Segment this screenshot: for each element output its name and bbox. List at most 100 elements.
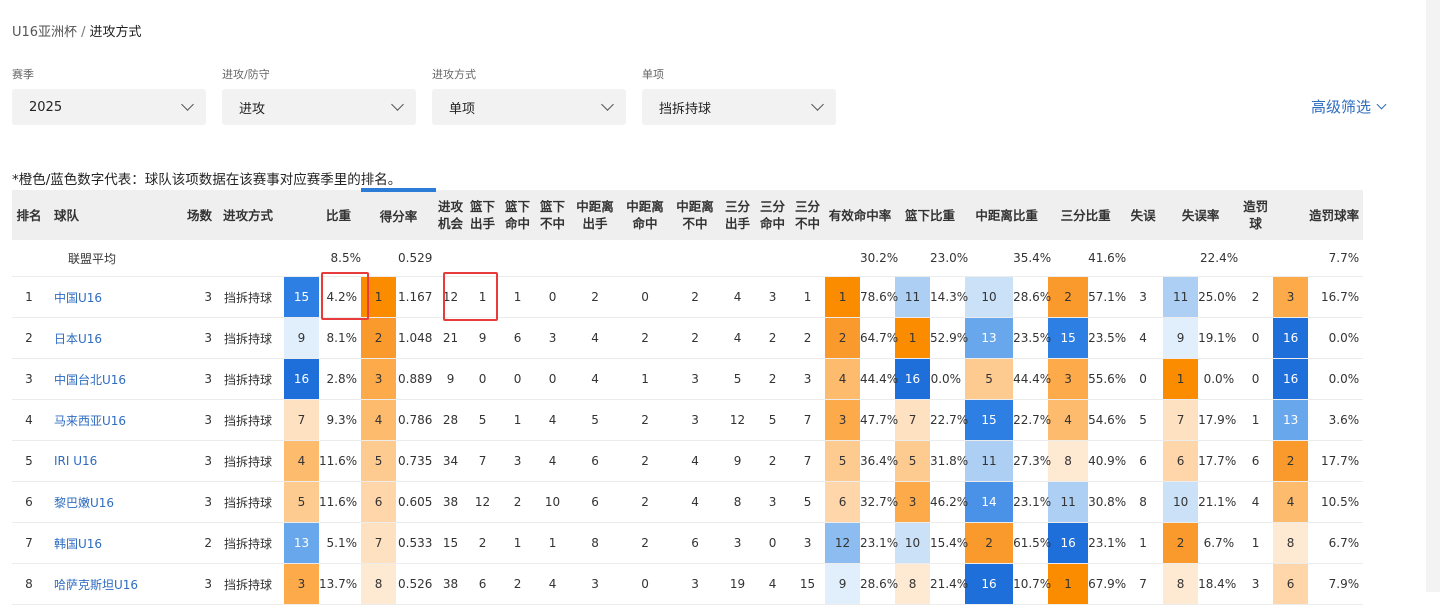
three-made-cell[interactable]: 2 [755,317,791,359]
mid-miss-cell[interactable]: 6 [670,522,721,564]
three-miss-cell[interactable]: 5 [790,481,826,523]
column-header-three-made[interactable]: 三分 命中 [755,190,791,240]
three-att-cell[interactable]: 3 [720,522,756,564]
column-header-poss[interactable]: 进攻 机会 [436,190,466,240]
three-made-cell[interactable]: 5 [755,399,791,441]
column-header-rim-miss[interactable]: 篮下 不中 [535,190,571,240]
mid-miss-cell[interactable]: 3 [670,399,721,441]
offense-defense-select[interactable]: 进攻 [222,89,416,125]
fd-cell[interactable]: 2 [1238,276,1274,318]
column-header-ratio[interactable]: 比重 [284,190,362,240]
three-att-cell[interactable]: 12 [720,399,756,441]
mid-miss-cell[interactable]: 4 [670,440,721,482]
poss-cell[interactable]: 15 [436,522,466,564]
three-miss-cell[interactable]: 7 [790,399,826,441]
column-header-three-miss[interactable]: 三分 不中 [790,190,826,240]
team-link[interactable]: 中国台北U16 [54,373,126,387]
column-header-rim-made[interactable]: 篮下 命中 [500,190,536,240]
poss-cell[interactable]: 38 [436,563,466,605]
poss-cell[interactable]: 9 [436,358,466,400]
mid-att-cell[interactable]: 2 [570,276,621,318]
three-made-cell[interactable]: 2 [755,358,791,400]
three-miss-cell[interactable]: 15 [790,563,826,605]
team-link[interactable]: 黎巴嫩U16 [54,496,114,510]
single-item-select[interactable]: 挡拆持球 [642,89,836,125]
mid-miss-cell[interactable]: 2 [670,276,721,318]
mid-miss-cell[interactable]: 3 [670,563,721,605]
season-select[interactable]: 2025 [12,89,206,125]
mid-att-cell[interactable]: 4 [570,358,621,400]
column-header-three-pct[interactable]: 三分比重 [1048,190,1124,240]
attack-method-select[interactable]: 单项 [432,89,626,125]
team-link[interactable]: 马来西亚U16 [54,414,126,428]
poss-cell[interactable]: 34 [436,440,466,482]
rim-made-cell[interactable]: 1 [500,276,536,318]
team-link[interactable]: IRI U16 [54,454,97,468]
rim-made-cell[interactable]: 3 [500,440,536,482]
rim-att-cell[interactable]: 7 [465,440,501,482]
tov-cell[interactable]: 7 [1123,563,1164,605]
rim-att-cell[interactable]: 5 [465,399,501,441]
team-link[interactable]: 韩国U16 [54,537,102,551]
mid-att-cell[interactable]: 4 [570,317,621,359]
rim-made-cell[interactable]: 1 [500,522,536,564]
mid-att-cell[interactable]: 3 [570,563,621,605]
rim-miss-cell[interactable]: 3 [535,317,571,359]
tov-cell[interactable]: 6 [1123,440,1164,482]
three-att-cell[interactable]: 19 [720,563,756,605]
team-link[interactable]: 中国U16 [54,291,102,305]
column-header-rank[interactable]: 排名 [12,190,46,240]
fd-cell[interactable]: 1 [1238,522,1274,564]
rim-miss-cell[interactable]: 4 [535,440,571,482]
column-header-games[interactable]: 场数 [156,190,212,240]
rim-made-cell[interactable]: 2 [500,563,536,605]
three-miss-cell[interactable]: 2 [790,317,826,359]
mid-miss-cell[interactable]: 4 [670,481,721,523]
tov-cell[interactable]: 1 [1123,522,1164,564]
rim-made-cell[interactable]: 2 [500,481,536,523]
mid-att-cell[interactable]: 8 [570,522,621,564]
column-header-fd[interactable]: 造罚球 [1238,190,1274,240]
fd-cell[interactable]: 1 [1238,399,1274,441]
fd-cell[interactable]: 4 [1238,481,1274,523]
column-header-rim-pct[interactable]: 篮下比重 [895,190,966,240]
team-link[interactable]: 日本U16 [54,332,102,346]
poss-cell[interactable]: 38 [436,481,466,523]
column-header-mid-pct[interactable]: 中距离比重 [965,190,1049,240]
rim-miss-cell[interactable]: 4 [535,399,571,441]
three-made-cell[interactable]: 2 [755,440,791,482]
mid-miss-cell[interactable]: 2 [670,317,721,359]
mid-made-cell[interactable]: 2 [620,522,671,564]
column-header-efg[interactable]: 有效命中率 [825,190,896,240]
column-header-mid-att[interactable]: 中距离 出手 [570,190,621,240]
tov-cell[interactable]: 4 [1123,317,1164,359]
mid-made-cell[interactable]: 2 [620,399,671,441]
tov-cell[interactable]: 5 [1123,399,1164,441]
rim-made-cell[interactable]: 6 [500,317,536,359]
rim-miss-cell[interactable]: 10 [535,481,571,523]
advanced-filter-button[interactable]: 高级筛选 [1311,96,1387,117]
rim-att-cell[interactable]: 2 [465,522,501,564]
three-att-cell[interactable]: 4 [720,317,756,359]
tov-cell[interactable]: 8 [1123,481,1164,523]
rim-made-cell[interactable]: 1 [500,399,536,441]
poss-cell[interactable]: 28 [436,399,466,441]
three-made-cell[interactable]: 3 [755,276,791,318]
fd-cell[interactable]: 6 [1238,440,1274,482]
three-att-cell[interactable]: 9 [720,440,756,482]
mid-att-cell[interactable]: 5 [570,399,621,441]
column-header-team[interactable]: 球队 [46,190,156,240]
column-header-tov-pct[interactable]: 失误率 [1163,190,1239,240]
column-header-method[interactable]: 进攻方式 [212,190,284,240]
column-header-ppp[interactable]: 得分率 [361,188,437,240]
rim-miss-cell[interactable]: 1 [535,522,571,564]
mid-made-cell[interactable]: 2 [620,481,671,523]
column-header-rim-att[interactable]: 篮下 出手 [465,190,501,240]
mid-made-cell[interactable]: 2 [620,317,671,359]
poss-cell[interactable]: 21 [436,317,466,359]
three-att-cell[interactable]: 8 [720,481,756,523]
breadcrumb-parent[interactable]: U16亚洲杯 [12,25,77,40]
three-miss-cell[interactable]: 7 [790,440,826,482]
fd-cell[interactable]: 3 [1238,563,1274,605]
poss-cell[interactable]: 12 [436,276,466,318]
